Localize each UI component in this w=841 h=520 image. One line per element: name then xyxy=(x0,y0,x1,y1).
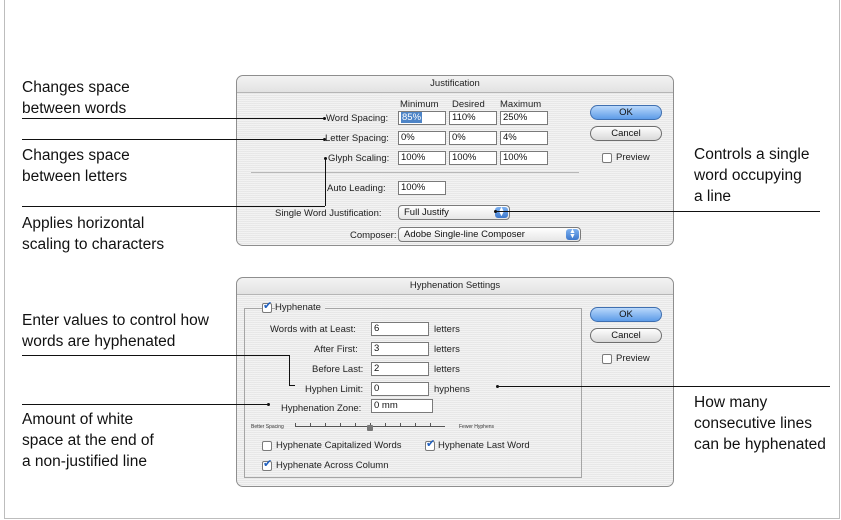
hyphenate-across-column-label: Hyphenate Across Column xyxy=(276,460,389,471)
annotation-letter-spacing: Changes space between letters xyxy=(22,147,130,185)
popup-arrows-icon: ▲ ▼ xyxy=(495,206,508,218)
after-first-unit-label: letters xyxy=(434,344,460,355)
spacing-slider[interactable] xyxy=(295,422,445,432)
after-first-label: After First: xyxy=(314,344,358,355)
auto-leading-field[interactable]: 100% xyxy=(398,181,446,195)
hyphen-limit-label: Hyphen Limit: xyxy=(305,384,364,395)
justification-preview-label: Preview xyxy=(616,152,650,163)
leader-line-glyph-horizontal xyxy=(22,206,325,207)
column-header-desired: Desired xyxy=(452,99,485,110)
hyphenation-dialog-title: Hyphenation Settings xyxy=(237,278,673,295)
composer-value: Adobe Single-line Composer xyxy=(404,229,525,240)
words-with-at-least-label: Words with at Least: xyxy=(270,324,356,335)
leader-dot xyxy=(267,403,270,406)
annotation-single-word: Controls a single word occupying a line xyxy=(694,146,810,205)
composer-label: Composer: xyxy=(350,230,397,241)
justification-dialog-title: Justification xyxy=(237,76,673,93)
leader-dot xyxy=(494,210,497,213)
hyphen-limit-field[interactable]: 0 xyxy=(371,382,429,396)
leader-line-single-word xyxy=(495,211,820,212)
leader-line-hyphen-values xyxy=(22,355,289,356)
leader-line-glyph-vertical xyxy=(325,158,326,206)
annotation-white-space: Amount of white space at the end of a no… xyxy=(22,411,154,470)
justification-dialog: Justification Minimum Desired Maximum Wo… xyxy=(236,75,674,246)
leader-line-hyphen-limit xyxy=(289,385,295,386)
annotation-consecutive-lines: How many consecutive lines can be hyphen… xyxy=(694,394,826,453)
after-first-field[interactable]: 3 xyxy=(371,342,429,356)
slider-right-label: Fewer Hyphens xyxy=(459,424,495,430)
justification-preview-checkbox[interactable] xyxy=(602,153,612,163)
hyphenation-zone-label: Hyphenation Zone: xyxy=(281,403,362,414)
leader-dot xyxy=(323,117,326,120)
hyphenation-dialog: Hyphenation Settings Hyphenate Words wit… xyxy=(236,277,674,487)
single-word-justification-value: Full Justify xyxy=(404,207,449,218)
hyphenate-capitalized-checkbox[interactable] xyxy=(262,441,272,451)
leader-dot xyxy=(323,138,326,141)
hyphenation-preview-checkbox[interactable] xyxy=(602,354,612,364)
justification-cancel-button[interactable]: Cancel xyxy=(590,126,662,141)
leader-dot xyxy=(496,385,499,388)
leader-dot xyxy=(324,157,327,160)
leader-line-word-spacing xyxy=(22,118,324,119)
hyphenate-last-word-checkbox[interactable] xyxy=(425,437,435,451)
before-last-unit-label: letters xyxy=(434,364,460,375)
annotation-hyphenation-values: Enter values to control how words are hy… xyxy=(22,312,209,350)
words-with-at-least-field[interactable]: 6 xyxy=(371,322,429,336)
single-word-justification-popup[interactable]: Full Justify ▲ ▼ xyxy=(398,205,510,220)
word-spacing-desired-field[interactable]: 110% xyxy=(449,111,497,125)
glyph-scaling-label: Glyph Scaling: xyxy=(328,153,390,164)
composer-popup[interactable]: Adobe Single-line Composer ▲ ▼ xyxy=(398,227,581,242)
column-header-minimum: Minimum xyxy=(400,99,439,110)
annotation-horizontal-scaling: Applies horizontal scaling to characters xyxy=(22,215,165,253)
justification-ok-button[interactable]: OK xyxy=(590,105,662,120)
before-last-label: Before Last: xyxy=(312,364,364,375)
word-spacing-min-field[interactable]: 85% xyxy=(398,111,446,125)
letter-spacing-label: Letter Spacing: xyxy=(325,133,389,144)
leader-line-hyphen-values-vertical xyxy=(289,355,290,385)
word-spacing-min-value: 85% xyxy=(401,112,423,123)
hyphenate-label: Hyphenate xyxy=(275,302,325,313)
hyphenate-last-word-label: Hyphenate Last Word xyxy=(438,440,530,451)
hyphenate-capitalized-label: Hyphenate Capitalized Words xyxy=(276,440,402,451)
glyph-scaling-min-field[interactable]: 100% xyxy=(398,151,446,165)
hyphenate-checkbox[interactable] xyxy=(262,299,272,313)
annotation-word-spacing: Changes space between words xyxy=(22,79,130,117)
glyph-scaling-desired-field[interactable]: 100% xyxy=(449,151,497,165)
letter-spacing-desired-field[interactable]: 0% xyxy=(449,131,497,145)
hyphenate-across-column-checkbox[interactable] xyxy=(262,457,272,471)
glyph-scaling-max-field[interactable]: 100% xyxy=(500,151,548,165)
auto-leading-label: Auto Leading: xyxy=(327,183,386,194)
single-word-justification-label: Single Word Justification: xyxy=(275,208,382,219)
leader-line-hyphenation-zone xyxy=(22,404,268,405)
words-unit-label: letters xyxy=(434,324,460,335)
leader-line-consecutive xyxy=(497,386,830,387)
slider-thumb-icon[interactable] xyxy=(367,425,373,431)
word-spacing-label: Word Spacing: xyxy=(326,113,389,124)
hyphen-limit-unit-label: hyphens xyxy=(434,384,470,395)
word-spacing-max-field[interactable]: 250% xyxy=(500,111,548,125)
hyphenation-zone-field[interactable]: 0 mm xyxy=(371,399,433,413)
justification-separator xyxy=(251,172,579,173)
popup-arrows-icon: ▲ ▼ xyxy=(566,228,579,240)
hyphenation-ok-button[interactable]: OK xyxy=(590,307,662,322)
hyphenation-preview-label: Preview xyxy=(616,353,650,364)
leader-line-letter-spacing xyxy=(22,139,324,140)
slider-left-label: Better Spacing xyxy=(251,424,284,430)
letter-spacing-min-field[interactable]: 0% xyxy=(398,131,446,145)
letter-spacing-max-field[interactable]: 4% xyxy=(500,131,548,145)
before-last-field[interactable]: 2 xyxy=(371,362,429,376)
column-header-maximum: Maximum xyxy=(500,99,542,110)
hyphenation-cancel-button[interactable]: Cancel xyxy=(590,328,662,343)
